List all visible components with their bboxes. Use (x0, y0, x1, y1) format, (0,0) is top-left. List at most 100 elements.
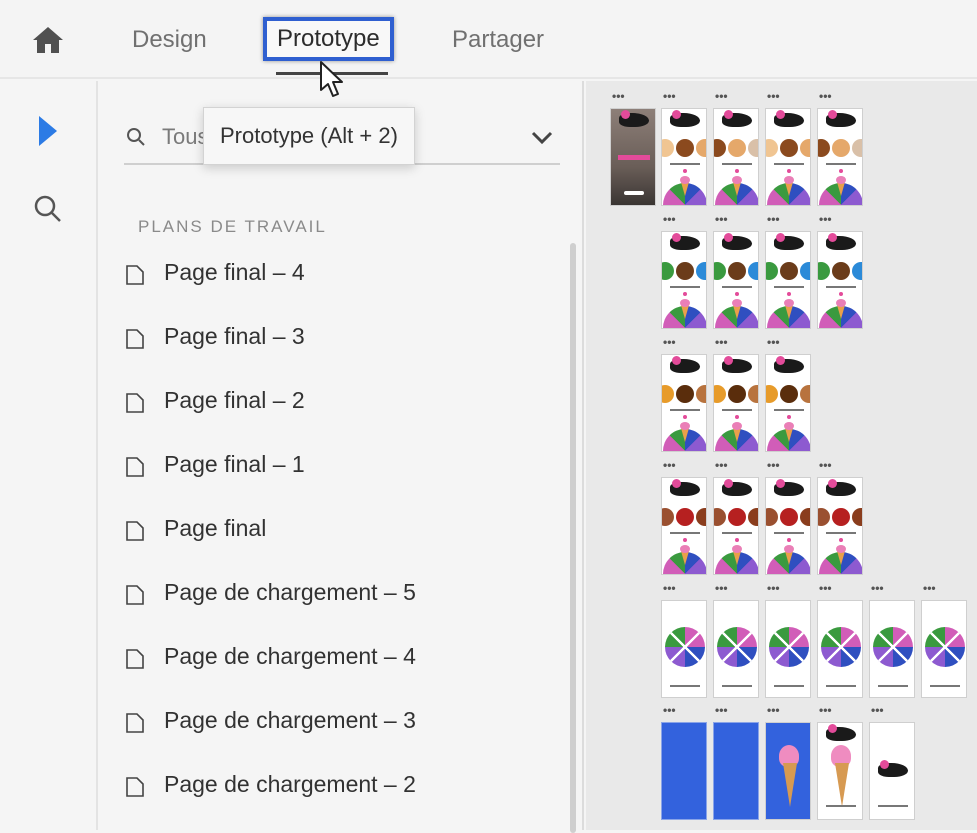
artboard-menu-dots[interactable]: ••• (819, 704, 832, 716)
scoop (662, 139, 674, 157)
artboard-thumbnail[interactable] (817, 477, 863, 575)
list-item[interactable]: Page final – 4 (100, 243, 570, 307)
tab-design[interactable]: Design (132, 24, 207, 56)
artboard-menu-dots[interactable]: ••• (819, 459, 832, 471)
artboard-thumbnail[interactable] (817, 108, 863, 206)
txtline (826, 286, 856, 288)
scoop (818, 139, 830, 157)
active-tab-indicator (276, 72, 388, 75)
txtline (826, 685, 856, 687)
artboard-thumbnail[interactable] (817, 600, 863, 698)
artboard-menu-dots[interactable]: ••• (767, 704, 780, 716)
wheel (665, 627, 705, 667)
tab-prototype[interactable]: Prototype (263, 17, 394, 61)
cone (836, 545, 846, 565)
artboard-thumbnail[interactable] (661, 108, 707, 206)
cone (836, 299, 846, 319)
tab-share[interactable]: Partager (452, 24, 544, 56)
artboard-menu-dots[interactable]: ••• (715, 459, 728, 471)
txtline (774, 409, 804, 411)
artboard-menu-dots[interactable]: ••• (871, 704, 884, 716)
artboard-menu-dots[interactable]: ••• (663, 582, 676, 594)
artboard-menu-dots[interactable]: ••• (663, 336, 676, 348)
artboard-thumbnail[interactable] (713, 477, 759, 575)
artboard-thumbnail[interactable] (817, 722, 863, 820)
select-tool-button[interactable] (28, 111, 68, 151)
scoop (714, 385, 726, 403)
artboard-thumbnail[interactable] (661, 231, 707, 329)
artboard-menu-dots[interactable]: ••• (767, 582, 780, 594)
home-button[interactable] (28, 22, 68, 58)
txtline (670, 163, 700, 165)
artboard-thumbnail[interactable] (869, 600, 915, 698)
list-item[interactable]: Page final – 2 (100, 371, 570, 435)
artboard-thumbnail[interactable] (765, 722, 811, 820)
artboard-thumbnail[interactable] (713, 231, 759, 329)
list-item[interactable]: Page final (100, 499, 570, 563)
txtline (670, 286, 700, 288)
list-item[interactable]: Page de chargement – 3 (100, 691, 570, 755)
artboard-thumbnail[interactable] (713, 108, 759, 206)
search-tool-button[interactable] (28, 189, 68, 229)
artboard-thumbnail[interactable] (610, 108, 656, 206)
artboard-thumbnail[interactable] (765, 108, 811, 206)
artboard-menu-dots[interactable]: ••• (871, 582, 884, 594)
btn (624, 191, 644, 195)
artboard-thumbnail[interactable] (765, 600, 811, 698)
cone (680, 299, 690, 319)
scoop (696, 385, 706, 403)
artboard-menu-dots[interactable]: ••• (715, 582, 728, 594)
artboard-thumbnail[interactable] (713, 600, 759, 698)
artboard-menu-dots[interactable]: ••• (819, 582, 832, 594)
artboard-menu-dots[interactable]: ••• (663, 213, 676, 225)
artboard-thumbnail[interactable] (713, 722, 759, 820)
list-item[interactable]: Page de chargement – 2 (100, 755, 570, 819)
artboard-menu-dots[interactable]: ••• (923, 582, 936, 594)
artboard-menu-dots[interactable]: ••• (715, 704, 728, 716)
chevron-down-icon[interactable] (528, 123, 556, 151)
artboard-thumbnail[interactable] (765, 354, 811, 452)
cone (732, 422, 742, 442)
artboard-menu-dots[interactable]: ••• (663, 90, 676, 102)
artboard-menu-dots[interactable]: ••• (767, 90, 780, 102)
artboard-thumbnail[interactable] (869, 722, 915, 820)
design-canvas[interactable]: ••• ••• ••• ••• ••• ••• ••• ••• ••• ••• ••• ••• ••• •… (586, 81, 977, 830)
artboards-panel: Tous Prototype (Alt + 2) PLANS DE TRAVAI… (100, 81, 584, 833)
list-item[interactable]: Page de chargement – 5 (100, 563, 570, 627)
artboard-menu-dots[interactable]: ••• (612, 90, 625, 102)
scoop (832, 139, 850, 157)
artboard-menu-dots[interactable]: ••• (663, 459, 676, 471)
list-item[interactable]: Page final – 3 (100, 307, 570, 371)
pink (787, 415, 791, 419)
scoop (852, 139, 862, 157)
artboard-menu-dots[interactable]: ••• (715, 90, 728, 102)
artboard-thumbnail[interactable] (661, 722, 707, 820)
artboard-menu-dots[interactable]: ••• (819, 90, 832, 102)
artboard-thumbnail[interactable] (765, 477, 811, 575)
artboard-menu-dots[interactable]: ••• (767, 336, 780, 348)
pink (735, 538, 739, 542)
artboard-menu-dots[interactable]: ••• (715, 213, 728, 225)
artboard-menu-dots[interactable]: ••• (767, 459, 780, 471)
artboard-thumbnail[interactable] (921, 600, 967, 698)
artboard-menu-dots[interactable]: ••• (715, 336, 728, 348)
wheel (717, 627, 757, 667)
artboard-menu-dots[interactable]: ••• (767, 213, 780, 225)
tooltip: Prototype (Alt + 2) (203, 107, 415, 165)
artboard-menu-dots[interactable]: ••• (663, 704, 676, 716)
list-item[interactable]: Page de chargement – 4 (100, 627, 570, 691)
artboard-thumbnail[interactable] (817, 231, 863, 329)
scoop (662, 385, 674, 403)
list-item[interactable]: Page final – 1 (100, 435, 570, 499)
filter-search-input[interactable]: Tous (162, 124, 208, 150)
artboard-thumbnail[interactable] (661, 477, 707, 575)
txtline (722, 409, 752, 411)
artboard-thumbnail[interactable] (765, 231, 811, 329)
artboard-thumbnail[interactable] (661, 600, 707, 698)
artboard-thumbnail[interactable] (713, 354, 759, 452)
panel-scrollbar[interactable] (570, 243, 576, 833)
pink (839, 538, 843, 542)
logo (826, 479, 856, 496)
artboard-thumbnail[interactable] (661, 354, 707, 452)
artboard-menu-dots[interactable]: ••• (819, 213, 832, 225)
